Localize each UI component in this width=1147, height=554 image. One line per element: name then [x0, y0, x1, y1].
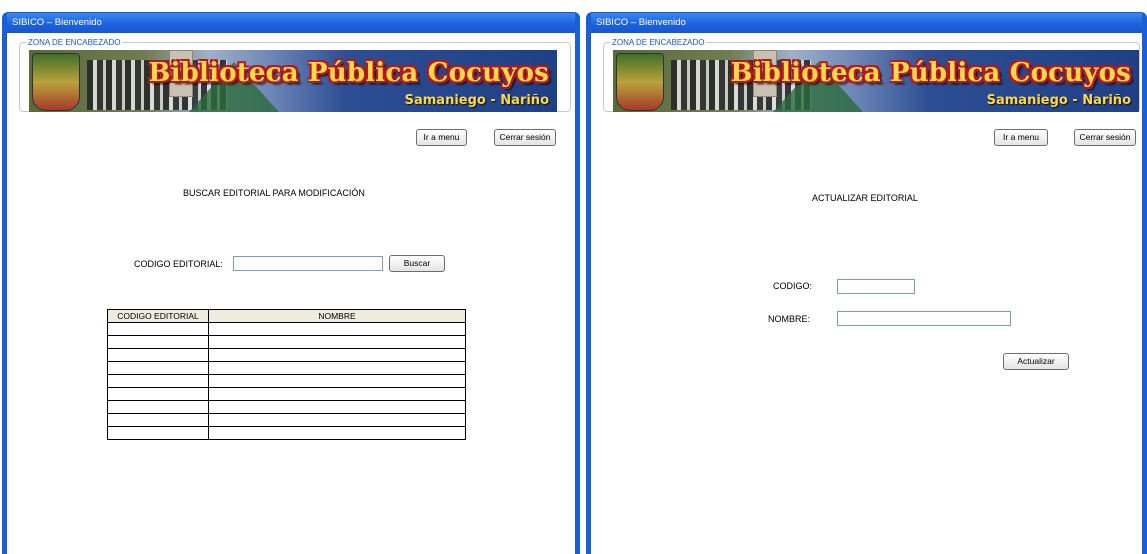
table-cell-name	[208, 335, 466, 349]
update-button[interactable]: Actualizar	[1003, 353, 1069, 370]
page-heading: ACTUALIZAR EDITORIAL	[812, 193, 918, 203]
table-cell-name	[208, 374, 466, 388]
code-editorial-label: CODIGO EDITORIAL:	[134, 259, 223, 269]
banner-title: Biblioteca Pública Cocuyos	[148, 58, 549, 88]
table-cell-code	[107, 348, 209, 362]
table-cell-name	[208, 322, 466, 336]
update-editorial-window: SIBICO – Bienvenido ZONA DE ENCABEZADO B…	[586, 12, 1147, 554]
go-to-menu-button[interactable]: Ir a menu	[994, 129, 1048, 146]
table-cell-name	[208, 361, 466, 375]
editorial-results-table: CODIGO EDITORIAL NOMBRE	[107, 309, 466, 440]
name-input[interactable]	[837, 311, 1011, 326]
table-row[interactable]	[107, 335, 466, 349]
table-row[interactable]	[107, 387, 466, 401]
window-titlebar[interactable]: SIBICO – Bienvenido	[591, 13, 1142, 33]
banner-subtitle: Samaniego - Nariño	[404, 93, 549, 108]
table-row[interactable]	[107, 374, 466, 388]
logout-button[interactable]: Cerrar sesión	[494, 129, 556, 146]
banner-title: Biblioteca Pública Cocuyos	[730, 58, 1131, 88]
code-editorial-input[interactable]	[233, 256, 383, 271]
table-cell-name	[208, 400, 466, 414]
table-cell-code	[107, 426, 209, 440]
table-cell-code	[107, 361, 209, 375]
search-button[interactable]: Buscar	[389, 255, 445, 272]
search-editorial-window: SIBICO – Bienvenido ZONA DE ENCABEZADO B…	[2, 12, 580, 554]
table-header-row: CODIGO EDITORIAL NOMBRE	[107, 309, 466, 323]
header-zone-label: ZONA DE ENCABEZADO	[26, 38, 123, 47]
table-cell-code	[107, 400, 209, 414]
banner-subtitle: Samaniego - Nariño	[986, 93, 1131, 108]
header-zone-label: ZONA DE ENCABEZADO	[610, 38, 707, 47]
table-cell-code	[107, 374, 209, 388]
table-row[interactable]	[107, 426, 466, 440]
page-heading: BUSCAR EDITORIAL PARA MODIFICACIÓN	[183, 188, 365, 198]
header-zone: ZONA DE ENCABEZADO Biblioteca Pública Co…	[603, 38, 1140, 112]
table-row[interactable]	[107, 413, 466, 427]
table-row[interactable]	[107, 322, 466, 336]
header-zone: ZONA DE ENCABEZADO Biblioteca Pública Co…	[19, 38, 571, 112]
table-cell-code	[107, 322, 209, 336]
table-cell-name	[208, 387, 466, 401]
column-header-name[interactable]: NOMBRE	[208, 309, 466, 323]
column-header-code[interactable]: CODIGO EDITORIAL	[107, 309, 209, 323]
table-cell-code	[107, 387, 209, 401]
library-banner: Biblioteca Pública Cocuyos Samaniego - N…	[29, 50, 557, 112]
coat-of-arms-icon	[616, 53, 664, 111]
name-label: NOMBRE:	[768, 314, 811, 324]
table-cell-name	[208, 413, 466, 427]
logout-button[interactable]: Cerrar sesión	[1074, 129, 1136, 146]
code-input[interactable]	[837, 279, 915, 294]
table-row[interactable]	[107, 348, 466, 362]
table-cell-name	[208, 348, 466, 362]
table-cell-code	[107, 413, 209, 427]
table-row[interactable]	[107, 361, 466, 375]
coat-of-arms-icon	[32, 53, 80, 111]
table-row[interactable]	[107, 400, 466, 414]
code-label: CODIGO:	[773, 281, 813, 291]
go-to-menu-button[interactable]: Ir a menu	[416, 129, 467, 146]
table-cell-code	[107, 335, 209, 349]
table-cell-name	[208, 426, 466, 440]
window-titlebar[interactable]: SIBICO – Bienvenido	[7, 13, 575, 33]
library-banner: Biblioteca Pública Cocuyos Samaniego - N…	[613, 50, 1139, 112]
